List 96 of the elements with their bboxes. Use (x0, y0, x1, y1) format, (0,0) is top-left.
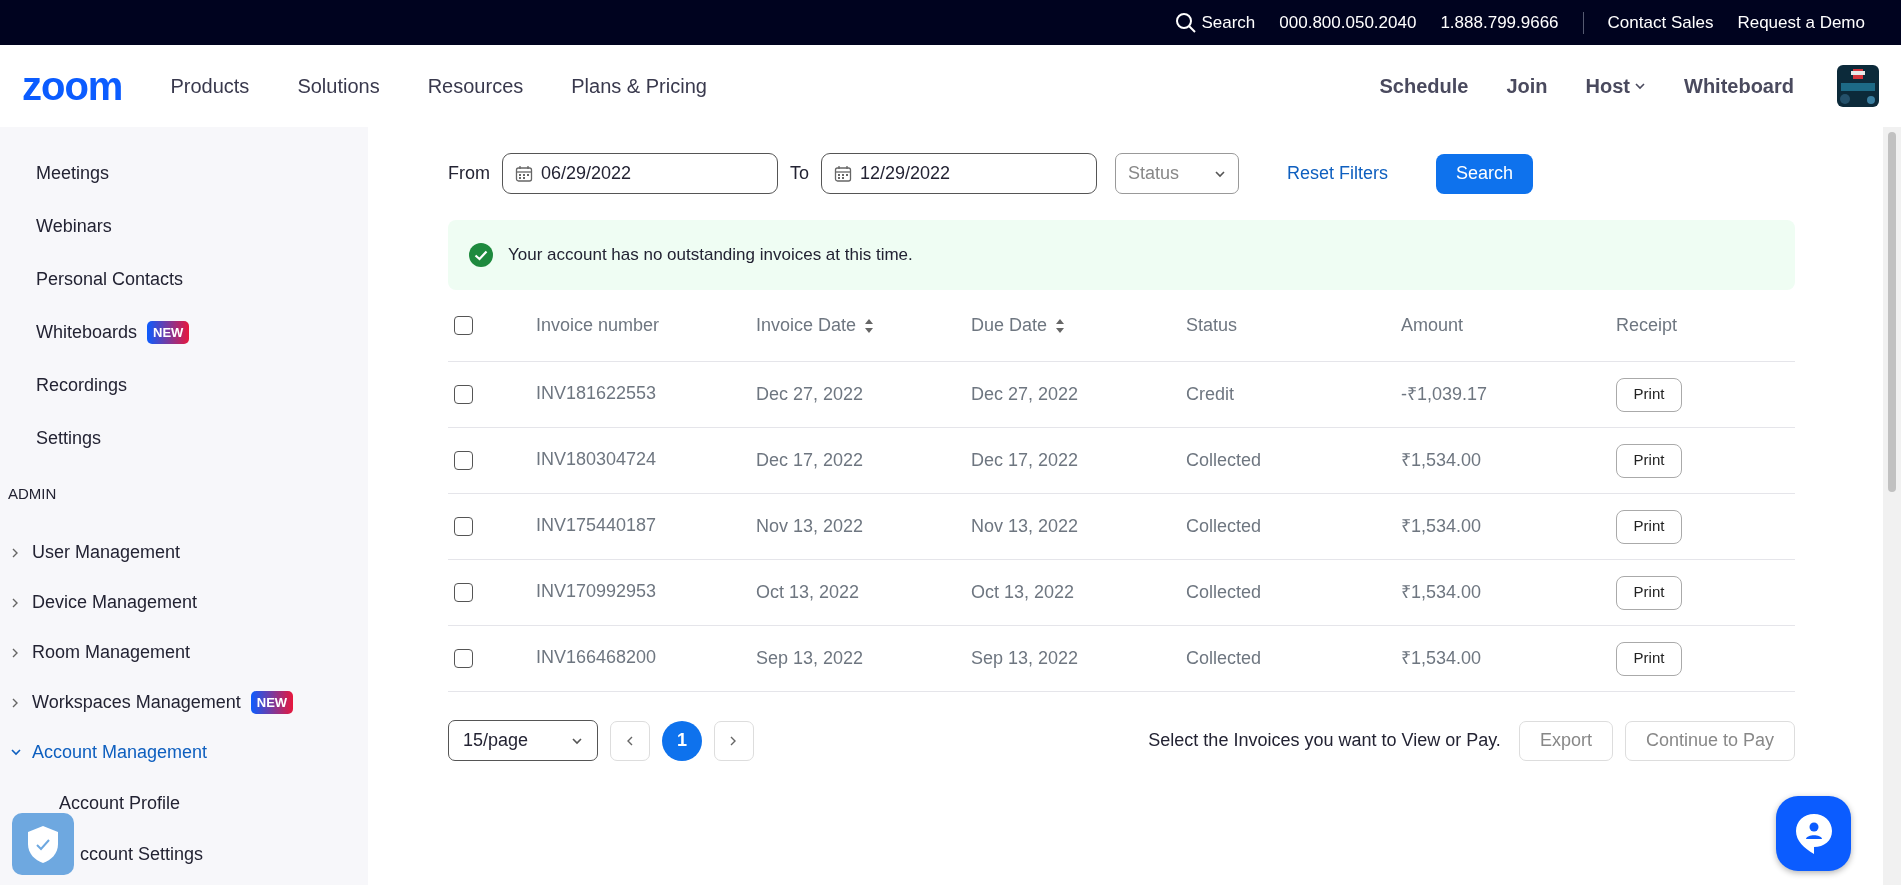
sidebar-item[interactable]: Account Management (32, 739, 208, 766)
caret-icon (1214, 168, 1226, 179)
table-cell-text: Nov 13, 2022 (756, 515, 865, 538)
top-link[interactable]: Contact Sales (1607, 9, 1714, 36)
chat-button[interactable] (1776, 796, 1851, 871)
column-header[interactable]: Due Date (971, 312, 1048, 339)
checkbox[interactable] (454, 649, 473, 668)
checkbox[interactable] (454, 583, 473, 602)
column-header: Receipt (1616, 314, 1678, 337)
field-label: To (790, 162, 809, 185)
page-button[interactable]: 1 (662, 720, 702, 761)
sort-icon[interactable] (864, 317, 875, 334)
table-cell-text: INV170992953 (536, 580, 658, 603)
sidebar-subitem[interactable]: Account Profile (59, 789, 181, 817)
field-label: From (448, 162, 490, 185)
sidebar-item[interactable]: Personal Contacts (36, 266, 184, 293)
print-button[interactable]: Print (1616, 641, 1682, 676)
phone-link[interactable]: 000.800.050.2040 (1279, 9, 1417, 36)
sidebar-item[interactable]: Meetings (36, 160, 110, 187)
sidebar-item[interactable]: User Management (32, 539, 181, 566)
search-link[interactable]: Search (1175, 9, 1256, 36)
check-circle-icon (468, 242, 494, 268)
new-badge: NEW (147, 320, 190, 345)
shield-icon (26, 824, 60, 864)
caret-icon (571, 735, 583, 746)
phone-link[interactable]: 1.888.799.9666 (1440, 9, 1559, 36)
sort-icon[interactable] (1055, 317, 1066, 334)
column-header: Status (1186, 314, 1238, 337)
checkbox[interactable] (454, 451, 473, 470)
sidebar-item[interactable]: Webinars (36, 213, 112, 240)
checkbox[interactable] (454, 385, 473, 404)
caret-icon (1634, 81, 1646, 91)
scrollbar[interactable] (1883, 127, 1901, 885)
alert-text: Your account has no outstanding invoices at this time. (508, 244, 913, 267)
top-link[interactable]: Request a Demo (1737, 9, 1865, 36)
nav-link[interactable]: Join (1487, 71, 1567, 101)
table-cell-text: -₹1,039.17 (1401, 383, 1489, 406)
calendar-icon (515, 165, 533, 182)
nav-link[interactable]: Whiteboard (1665, 71, 1813, 101)
table-cell-text: Credit (1186, 383, 1235, 406)
table-cell-text: INV181622553 (536, 382, 658, 405)
table-cell-text: Dec 17, 2022 (756, 449, 865, 472)
table-cell-text: Dec 27, 2022 (971, 383, 1080, 406)
table-cell-text: INV175440187 (536, 514, 658, 537)
table-cell-text: Collected (1186, 515, 1263, 538)
nav-link[interactable]: Products (146, 71, 274, 101)
reset-filters-link[interactable]: Reset Filters (1281, 159, 1395, 188)
table-cell-text: Nov 13, 2022 (971, 515, 1080, 538)
table-cell-text: ₹1,534.00 (1401, 449, 1483, 472)
table-cell-text: Dec 17, 2022 (971, 449, 1080, 472)
table-cell-text: ₹1,534.00 (1401, 515, 1483, 538)
column-header[interactable]: Invoice Date (756, 312, 857, 339)
sidebar-item[interactable]: Recordings (36, 372, 128, 399)
date-field[interactable]: 12/29/2022 (821, 153, 1097, 194)
table-cell-text: INV180304724 (536, 448, 658, 471)
table-cell-text: Collected (1186, 581, 1263, 604)
new-badge: NEW (250, 690, 294, 715)
status-dropdown[interactable]: Status (1115, 153, 1239, 194)
nav-link[interactable]: Resources (403, 71, 548, 101)
calendar-icon (834, 165, 852, 182)
search-button[interactable]: Search (1436, 153, 1534, 194)
date-field[interactable]: 06/29/2022 (502, 153, 778, 194)
nav-link[interactable]: Plans & Pricing (547, 71, 731, 101)
print-button[interactable]: Print (1616, 443, 1682, 478)
sidebar-item[interactable]: Whiteboards (36, 319, 138, 346)
sidebar-item[interactable]: Settings (36, 425, 102, 452)
nav-link[interactable]: Host (1566, 71, 1665, 101)
checkbox[interactable] (454, 316, 473, 335)
column-header: Invoice number (536, 314, 660, 337)
print-button[interactable]: Print (1616, 575, 1682, 610)
sidebar-item[interactable]: Room Management (32, 639, 191, 666)
table-cell-text: Sep 13, 2022 (756, 647, 865, 670)
section-heading: ADMIN (7, 484, 58, 504)
sidebar-subitem[interactable]: ccount Settings (80, 840, 204, 868)
search-icon (1175, 11, 1198, 34)
column-header: Amount (1401, 314, 1464, 337)
table-cell-text: Oct 13, 2022 (971, 581, 1076, 604)
sidebar-item[interactable]: Workspaces Management (32, 689, 241, 716)
page-size-dropdown[interactable]: 15/page (448, 720, 598, 761)
table-cell-text: INV166468200 (536, 646, 658, 669)
table-cell-text: Dec 27, 2022 (756, 383, 865, 406)
print-button[interactable]: Print (1616, 377, 1682, 412)
hint-text: Select the Invoices you want to View or Pay. (1148, 729, 1501, 752)
logo[interactable]: zoom (22, 66, 123, 106)
table-cell-text: ₹1,534.00 (1401, 647, 1483, 670)
print-button[interactable]: Print (1616, 509, 1682, 544)
table-cell-text: Collected (1186, 647, 1263, 670)
sidebar-item[interactable]: Device Management (32, 589, 198, 616)
chat-icon (1793, 811, 1834, 856)
checkbox[interactable] (454, 517, 473, 536)
table-cell-text: Sep 13, 2022 (971, 647, 1080, 670)
table-cell-text: Oct 13, 2022 (756, 581, 861, 604)
table-cell-text: ₹1,534.00 (1401, 581, 1483, 604)
table-cell-text: Collected (1186, 449, 1263, 472)
nav-link[interactable]: Solutions (273, 71, 404, 101)
nav-link[interactable]: Schedule (1360, 71, 1488, 101)
